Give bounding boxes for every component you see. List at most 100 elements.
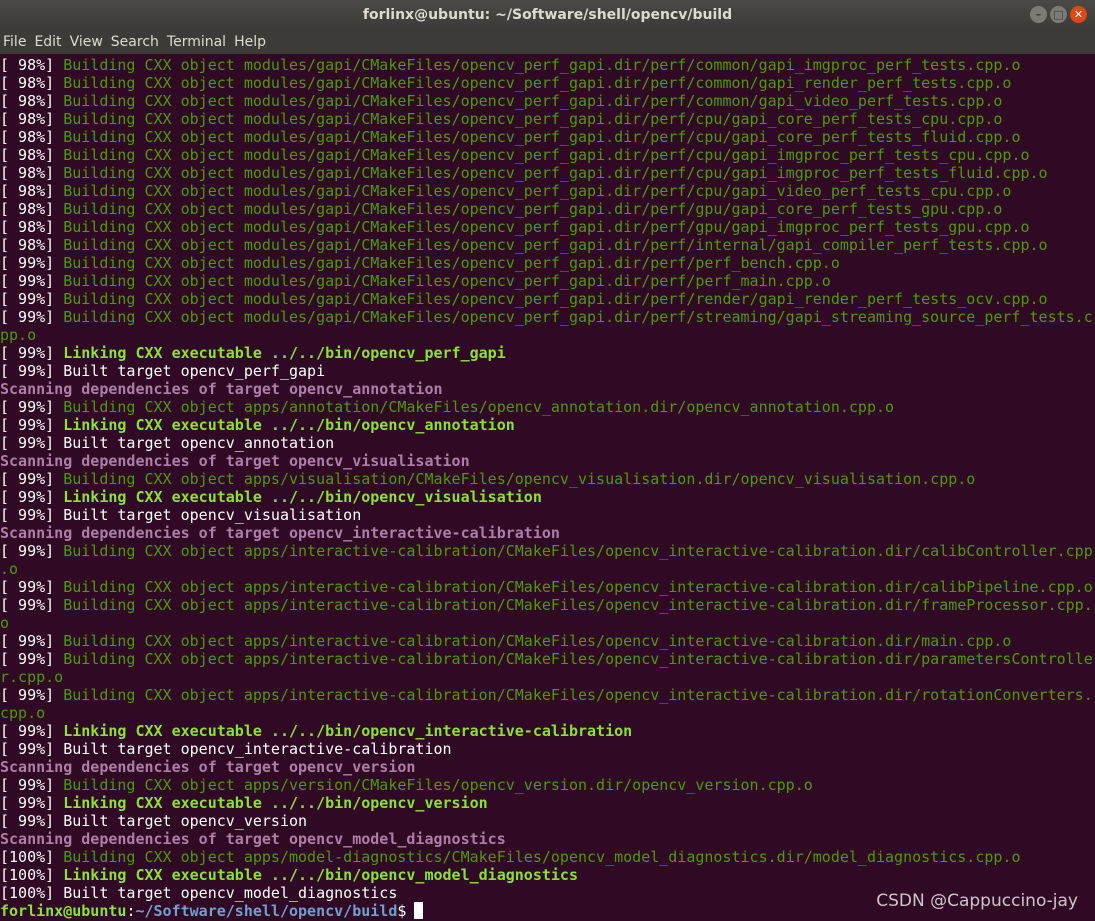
menu-edit[interactable]: Edit [31, 30, 66, 54]
menu-help[interactable]: Help [231, 30, 271, 54]
progress-prefix: [ 99%] [0, 416, 64, 434]
progress-prefix: [ 99%] [0, 578, 64, 596]
line-text: Linking CXX executable ../../bin/opencv_… [63, 488, 542, 506]
window-titlebar[interactable]: forlinx@ubuntu: ~/Software/shell/opencv/… [0, 0, 1095, 30]
window-controls: – □ ✕ [1030, 6, 1087, 23]
progress-prefix: [ 99%] [0, 344, 64, 362]
terminal-line: [ 98%] Building CXX object modules/gapi/… [0, 110, 1095, 128]
line-text: Scanning dependencies of target opencv_v… [0, 452, 470, 470]
progress-prefix: [ 99%] [0, 794, 64, 812]
terminal-line: [ 98%] Building CXX object modules/gapi/… [0, 218, 1095, 236]
terminal-line: [ 99%] Built target opencv_interactive-c… [0, 740, 1095, 758]
progress-prefix: [ 99%] [0, 632, 64, 650]
line-text: Scanning dependencies of target opencv_v… [0, 758, 416, 776]
terminal-line: [100%] Building CXX object apps/model-di… [0, 848, 1095, 866]
prompt-symbol: $ [397, 902, 407, 920]
line-text: Building CXX object modules/gapi/CMakeFi… [63, 92, 1003, 110]
line-text: Built target opencv_interactive-calibrat… [63, 740, 452, 758]
progress-prefix: [ 98%] [0, 182, 64, 200]
progress-prefix: [ 98%] [0, 92, 64, 110]
menu-terminal[interactable]: Terminal [164, 30, 231, 54]
line-text: Building CXX object modules/gapi/CMakeFi… [63, 236, 1048, 254]
progress-prefix: [ 99%] [0, 740, 64, 758]
terminal-line: [ 99%] Built target opencv_visualisation [0, 506, 1095, 524]
terminal-line: [ 99%] Building CXX object modules/gapi/… [0, 254, 1095, 272]
line-text: Linking CXX executable ../../bin/opencv_… [63, 794, 488, 812]
prompt-path: ~/Software/shell/opencv/build [135, 902, 398, 920]
progress-prefix: [ 99%] [0, 290, 64, 308]
line-text: Building CXX object apps/interactive-cal… [63, 596, 1093, 614]
terminal-line: [ 99%] Linking CXX executable ../../bin/… [0, 794, 1095, 812]
progress-prefix: [ 99%] [0, 488, 64, 506]
progress-prefix: [ 98%] [0, 56, 64, 74]
terminal-line: [ 99%] Linking CXX executable ../../bin/… [0, 722, 1095, 740]
line-text: Building CXX object modules/gapi/CMakeFi… [63, 56, 1021, 74]
terminal-line: [100%] Linking CXX executable ../../bin/… [0, 866, 1095, 884]
progress-prefix: [ 99%] [0, 650, 64, 668]
progress-prefix: [100%] [0, 884, 64, 902]
progress-prefix: [ 98%] [0, 74, 64, 92]
line-text: Building CXX object modules/gapi/CMakeFi… [63, 74, 1012, 92]
menu-search[interactable]: Search [108, 30, 164, 54]
line-text: Building CXX object modules/gapi/CMakeFi… [63, 308, 1093, 326]
line-text: Building CXX object modules/gapi/CMakeFi… [63, 254, 840, 272]
terminal-output[interactable]: [ 98%] Building CXX object modules/gapi/… [0, 56, 1095, 921]
progress-prefix: [ 99%] [0, 362, 64, 380]
terminal-line: [ 98%] Building CXX object modules/gapi/… [0, 164, 1095, 182]
prompt-user: forlinx@ubuntu [0, 902, 127, 920]
close-button[interactable]: ✕ [1070, 6, 1087, 23]
line-text: Linking CXX executable ../../bin/opencv_… [63, 416, 515, 434]
terminal-line: Scanning dependencies of target opencv_i… [0, 524, 1095, 542]
line-text: Built target opencv_perf_gapi [63, 362, 326, 380]
minimize-button[interactable]: – [1030, 6, 1047, 23]
maximize-button[interactable]: □ [1050, 6, 1067, 23]
line-text: Building CXX object modules/gapi/CMakeFi… [63, 146, 1030, 164]
window-title: forlinx@ubuntu: ~/Software/shell/opencv/… [362, 7, 733, 23]
terminal-line: [ 99%] Linking CXX executable ../../bin/… [0, 488, 1095, 506]
terminal-line: [ 99%] Building CXX object modules/gapi/… [0, 272, 1095, 290]
line-text: .o [0, 560, 19, 578]
progress-prefix: [ 99%] [0, 596, 64, 614]
line-text: Building CXX object apps/model-diagnosti… [63, 848, 1021, 866]
line-text: Scanning dependencies of target opencv_i… [0, 524, 560, 542]
terminal-line: [ 98%] Building CXX object modules/gapi/… [0, 200, 1095, 218]
terminal-line: Scanning dependencies of target opencv_v… [0, 452, 1095, 470]
line-text: Linking CXX executable ../../bin/opencv_… [63, 344, 506, 362]
terminal-line: [ 99%] Building CXX object apps/interact… [0, 632, 1095, 650]
progress-prefix: [ 99%] [0, 722, 64, 740]
menu-view[interactable]: View [67, 30, 108, 54]
line-text: r.cpp.o [0, 668, 64, 686]
line-text: Scanning dependencies of target opencv_m… [0, 830, 506, 848]
line-text: pp.o [0, 326, 37, 344]
terminal-line: [ 99%] Built target opencv_annotation [0, 434, 1095, 452]
line-text: Building CXX object modules/gapi/CMakeFi… [63, 128, 1021, 146]
line-text: Building CXX object modules/gapi/CMakeFi… [63, 200, 1003, 218]
terminal-line: [ 99%] Building CXX object apps/version/… [0, 776, 1095, 794]
terminal-line: Scanning dependencies of target opencv_m… [0, 830, 1095, 848]
terminal-line: [ 99%] Building CXX object apps/annotati… [0, 398, 1095, 416]
progress-prefix: [ 99%] [0, 542, 64, 560]
line-text: Building CXX object modules/gapi/CMakeFi… [63, 110, 1003, 128]
line-text: o [0, 614, 10, 632]
terminal-line: [ 99%] Building CXX object apps/interact… [0, 596, 1095, 614]
terminal-line: r.cpp.o [0, 668, 1095, 686]
terminal-line: [ 98%] Building CXX object modules/gapi/… [0, 74, 1095, 92]
progress-prefix: [ 99%] [0, 308, 64, 326]
line-text: Linking CXX executable ../../bin/opencv_… [63, 866, 578, 884]
watermark: CSDN @Cappuccino-jay [876, 891, 1078, 911]
menu-file[interactable]: File [0, 30, 31, 54]
terminal-line: [ 98%] Building CXX object modules/gapi/… [0, 56, 1095, 74]
line-text: Building CXX object modules/gapi/CMakeFi… [63, 218, 1030, 236]
terminal-line: [ 99%] Building CXX object apps/interact… [0, 542, 1095, 560]
terminal-line: Scanning dependencies of target opencv_v… [0, 758, 1095, 776]
progress-prefix: [ 98%] [0, 200, 64, 218]
line-text: Building CXX object apps/annotation/CMak… [63, 398, 895, 416]
progress-prefix: [ 99%] [0, 254, 64, 272]
terminal-line: Scanning dependencies of target opencv_a… [0, 380, 1095, 398]
terminal-line: pp.o [0, 326, 1095, 344]
line-text: Building CXX object apps/interactive-cal… [63, 542, 1093, 560]
terminal-line: [ 99%] Building CXX object modules/gapi/… [0, 308, 1095, 326]
terminal-line: .o [0, 560, 1095, 578]
line-text: Building CXX object modules/gapi/CMakeFi… [63, 272, 831, 290]
progress-prefix: [ 99%] [0, 398, 64, 416]
